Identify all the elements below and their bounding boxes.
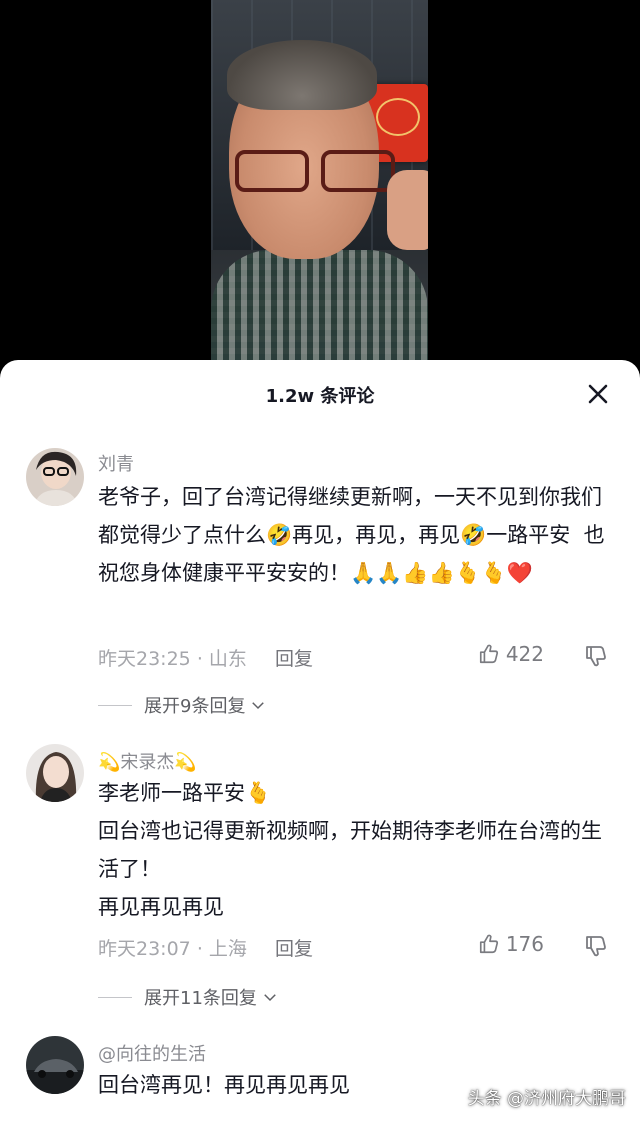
comment-author[interactable]: 💫宋录杰💫 [98, 748, 197, 774]
comment-location: 上海 [208, 938, 247, 960]
plaid-shirt [211, 250, 428, 360]
expand-replies-button[interactable]: 展开11条回复 [98, 984, 279, 1010]
comments-count-title: 1.2w 条评论 [265, 386, 375, 407]
comments-header: 1.2w 条评论 [0, 360, 640, 430]
reply-button[interactable]: 回复 [275, 648, 313, 670]
comment-time: 昨天23:25 [98, 648, 191, 670]
video-player[interactable] [0, 0, 640, 372]
expand-replies-button[interactable]: 展开9条回复 [98, 692, 267, 718]
expand-replies-label: 展开11条回复 [144, 988, 257, 1009]
comment-text: 李老师一路平安🫰 回台湾也记得更新视频啊，开始期待李老师在台湾的生活了！ 再见再… [98, 781, 602, 919]
reply-button[interactable]: 回复 [275, 938, 313, 960]
like-count: 422 [505, 642, 544, 666]
comment-author[interactable]: @向往的生活 [98, 1040, 206, 1066]
watermark: 头条 @济州府大鹏哥 [467, 1089, 626, 1109]
video-frame [211, 0, 428, 360]
comments-sheet: 1.2w 条评论 刘青 老爷子，回了台湾记得继续更新啊，一天不见到你我们都觉得少… [0, 360, 640, 1121]
comment-time: 昨天23:07 [98, 938, 191, 960]
like-button[interactable]: 176 [478, 932, 544, 956]
avatar[interactable] [26, 448, 84, 506]
comment-text: 老爷子，回了台湾记得继续更新啊，一天不见到你我们都觉得少了点什么🤣再见，再见，再… [98, 485, 605, 585]
meta-separator: · [196, 938, 209, 960]
avatar[interactable] [26, 744, 84, 802]
man-hair [227, 40, 377, 110]
like-count: 176 [505, 932, 544, 956]
waving-hand [387, 170, 428, 250]
like-button[interactable]: 422 [478, 642, 544, 666]
comment-location: 山东 [208, 648, 247, 670]
close-icon[interactable] [586, 382, 610, 406]
glasses [235, 150, 395, 192]
thumbs-down-icon[interactable] [584, 644, 608, 668]
comment-author[interactable]: 刘青 [98, 450, 134, 476]
meta-separator: · [196, 648, 209, 670]
expand-divider [98, 996, 132, 998]
chevron-down-icon [252, 702, 265, 710]
comment-meta: 昨天23:07 · 上海 回复 [98, 934, 313, 961]
avatar[interactable] [26, 1036, 84, 1094]
thumbs-down-icon[interactable] [584, 934, 608, 958]
expand-divider [98, 704, 132, 706]
chevron-down-icon [264, 994, 276, 1002]
expand-replies-label: 展开9条回复 [144, 696, 246, 717]
thumbs-up-icon [479, 644, 498, 664]
comment-meta: 昨天23:25 · 山东 回复 [98, 644, 313, 671]
thumbs-up-icon [479, 934, 498, 954]
